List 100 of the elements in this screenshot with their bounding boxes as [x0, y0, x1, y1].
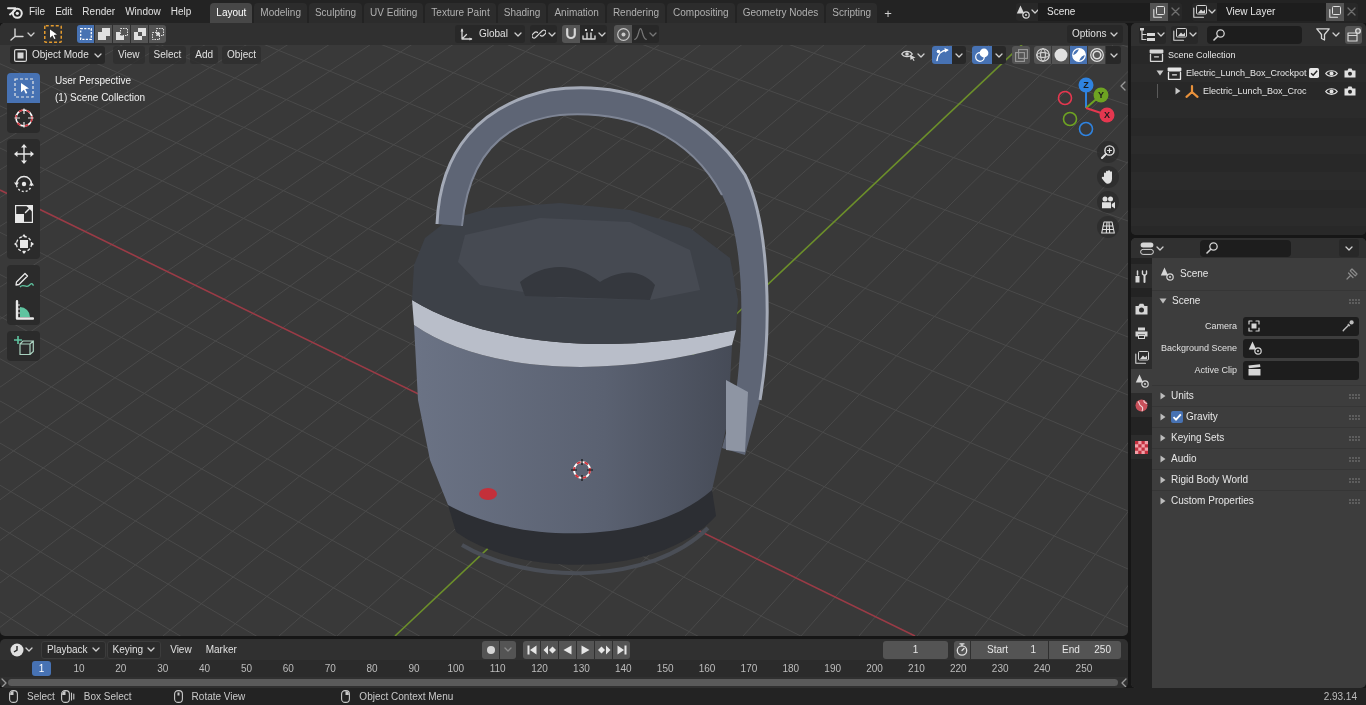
options-dropdown[interactable]: [1339, 239, 1359, 257]
start-frame-field[interactable]: Start 1: [971, 640, 1048, 659]
drag-handle-icon[interactable]: [1349, 414, 1360, 420]
workspace-tab[interactable]: Sculpting: [308, 3, 363, 23]
select-tool-icon[interactable]: [44, 25, 62, 43]
display-mode-dropdown[interactable]: [1139, 25, 1166, 44]
zoom-button[interactable]: [1097, 141, 1119, 163]
shading-dropdown[interactable]: [1106, 46, 1121, 64]
outliner-item-label[interactable]: Electric_Lunch_Box_Croc: [1203, 86, 1307, 96]
panel-header[interactable]: Scene: [1152, 290, 1366, 311]
falloff-dropdown[interactable]: [632, 25, 659, 43]
playback-button[interactable]: [595, 640, 612, 659]
overlay-toggle[interactable]: [972, 46, 992, 64]
panel-header[interactable]: Units: [1152, 385, 1366, 406]
3d-viewport[interactable]: Z Y X Global Options Object Mode View Select Add Object User Perspective (1) Scene Collection: [0, 23, 1128, 636]
camera-icon[interactable]: [1344, 68, 1356, 78]
copy-button[interactable]: [1150, 2, 1168, 21]
tool-button[interactable]: [7, 295, 40, 325]
outliner-item-label[interactable]: Scene Collection: [1168, 50, 1236, 60]
data-block-field[interactable]: [1243, 316, 1359, 336]
current-frame-field[interactable]: 1: [883, 640, 948, 659]
data-block-field[interactable]: [1243, 360, 1359, 380]
playback-button[interactable]: [523, 640, 540, 659]
view-layer-filter-dropdown[interactable]: [1171, 25, 1198, 44]
properties-tab[interactable]: [1131, 435, 1152, 459]
negative-axis-handle[interactable]: [1062, 111, 1078, 127]
search-field[interactable]: [1207, 25, 1302, 44]
negative-axis-handle[interactable]: [1057, 90, 1073, 106]
axis-handle[interactable]: Y: [1085, 87, 1109, 109]
overlay-dropdown[interactable]: [992, 46, 1006, 64]
selection-mode-button[interactable]: [95, 25, 112, 43]
shading-mode-button[interactable]: [1034, 46, 1051, 64]
workspace-tab[interactable]: Texture Paint: [425, 3, 496, 23]
shading-mode-button[interactable]: [1070, 46, 1087, 64]
copy-button[interactable]: [1326, 2, 1344, 21]
gizmo-dropdown[interactable]: [952, 46, 966, 64]
playback-button[interactable]: [613, 640, 630, 659]
mode-dropdown[interactable]: Object Mode: [10, 46, 105, 64]
playback-button[interactable]: [577, 640, 594, 659]
menu-item[interactable]: Marker: [200, 640, 242, 659]
add-workspace-button[interactable]: +: [879, 3, 897, 23]
data-block-field[interactable]: [1243, 338, 1359, 358]
filter-dropdown[interactable]: [1315, 25, 1340, 44]
view-layer-name-field[interactable]: View Layer: [1217, 2, 1326, 21]
checkbox[interactable]: [1171, 411, 1183, 423]
camera-view-button[interactable]: [1097, 191, 1119, 213]
eye-icon[interactable]: [1325, 86, 1338, 96]
playback-button[interactable]: [541, 640, 558, 659]
panel-header[interactable]: Audio: [1152, 448, 1366, 469]
properties-tab[interactable]: [1131, 393, 1152, 417]
header-menu[interactable]: Object: [222, 46, 261, 64]
selection-mode-button[interactable]: [131, 25, 148, 43]
xray-toggle[interactable]: [1012, 46, 1030, 64]
preview-range-toggle[interactable]: [954, 640, 970, 659]
camera-icon[interactable]: [1344, 86, 1356, 96]
pan-button[interactable]: [1097, 166, 1119, 188]
properties-tab[interactable]: [1131, 297, 1152, 321]
timeline-scrollbar[interactable]: [8, 679, 1118, 686]
expand-arrow-icon[interactable]: [1156, 70, 1164, 76]
snap-target-dropdown[interactable]: [580, 25, 607, 43]
tool-button[interactable]: [7, 331, 40, 361]
gizmo-toggle[interactable]: [932, 46, 952, 64]
pin-icon[interactable]: [1346, 267, 1358, 280]
workspace-tab[interactable]: Shading: [497, 3, 547, 23]
menu-dropdown[interactable]: Playback: [41, 640, 106, 659]
scene-name-field[interactable]: Scene: [1038, 2, 1150, 21]
properties-tab[interactable]: [1131, 264, 1152, 288]
drag-handle-icon[interactable]: [1349, 393, 1360, 399]
expand-arrow-icon[interactable]: [1175, 87, 1181, 95]
eyedropper-icon[interactable]: [1342, 320, 1354, 332]
menu-item[interactable]: Help: [165, 1, 197, 22]
workspace-tab[interactable]: Animation: [548, 3, 605, 23]
panel-header[interactable]: Gravity: [1152, 406, 1366, 427]
region-toggle-icon[interactable]: [1, 677, 7, 688]
menu-item[interactable]: View: [165, 640, 197, 659]
panel-header[interactable]: Rigid Body World: [1152, 469, 1366, 490]
pivot-dropdown[interactable]: [530, 25, 557, 43]
end-frame-field[interactable]: End 250: [1049, 640, 1121, 659]
menu-item[interactable]: File: [24, 1, 51, 22]
header-menu[interactable]: Select: [148, 46, 187, 64]
region-toggle-icon[interactable]: [1121, 677, 1127, 688]
sidebar-toggle-icon[interactable]: [1120, 81, 1126, 91]
view-layer-browse-button[interactable]: [1192, 2, 1217, 21]
panel-header[interactable]: Custom Properties: [1152, 490, 1366, 511]
drag-handle-icon[interactable]: [1349, 498, 1360, 504]
scene-browse-button[interactable]: [1016, 2, 1038, 21]
menu-item[interactable]: Edit: [50, 1, 78, 22]
options-dropdown[interactable]: Options: [1067, 25, 1123, 43]
tool-button[interactable]: [7, 229, 40, 259]
header-menu[interactable]: View: [113, 46, 145, 64]
selection-mode-button[interactable]: [77, 25, 94, 43]
drag-handle-icon[interactable]: [1349, 298, 1360, 304]
perspective-toggle-button[interactable]: [1097, 216, 1119, 238]
outliner-item-label[interactable]: Electric_Lunch_Box_Crockpot: [1186, 68, 1307, 78]
drag-handle-icon[interactable]: [1349, 477, 1360, 483]
negative-axis-handle[interactable]: [1078, 121, 1094, 137]
tool-button[interactable]: [7, 265, 40, 295]
menu-dropdown[interactable]: Keying: [106, 640, 162, 659]
drag-handle-icon[interactable]: [1349, 456, 1360, 462]
workspace-tab[interactable]: Modeling: [254, 3, 307, 23]
